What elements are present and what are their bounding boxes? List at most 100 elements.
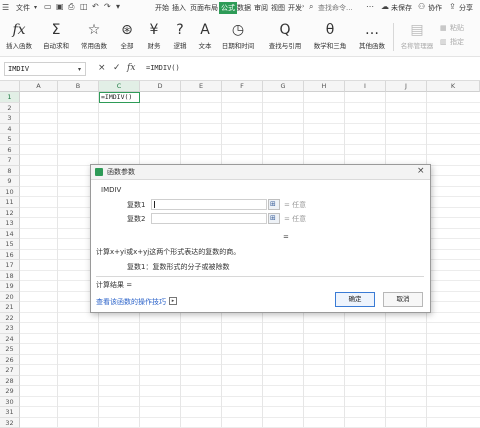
- column-header-G[interactable]: G: [263, 81, 304, 92]
- row-header-15[interactable]: 15: [0, 239, 20, 250]
- redo-icon[interactable]: ↷: [104, 3, 111, 11]
- select-all-corner[interactable]: [0, 81, 20, 92]
- column-header-J[interactable]: J: [386, 81, 427, 92]
- tab-review[interactable]: 审阅: [254, 4, 268, 13]
- row-header-20[interactable]: 20: [0, 292, 20, 303]
- row-header-16[interactable]: 16: [0, 250, 20, 261]
- print-icon[interactable]: ⎙: [68, 3, 74, 11]
- row-header-26[interactable]: 26: [0, 355, 20, 366]
- cancel-button[interactable]: 取消: [383, 292, 423, 307]
- help-video-icon[interactable]: ▸: [169, 297, 177, 305]
- row-header-8[interactable]: 8: [0, 166, 20, 177]
- row-header-10[interactable]: 10: [0, 187, 20, 198]
- confirm-formula-icon[interactable]: ✓: [113, 64, 121, 73]
- tab-more-icon[interactable]: ›: [302, 4, 304, 10]
- row-header-4[interactable]: 4: [0, 124, 20, 135]
- column-header-B[interactable]: B: [58, 81, 99, 92]
- common-functions-button[interactable]: ☆ 常用函数: [76, 17, 112, 57]
- tab-view[interactable]: 视图: [271, 4, 285, 13]
- row-header-13[interactable]: 13: [0, 218, 20, 229]
- row-header-12[interactable]: 12: [0, 208, 20, 219]
- other-functions-button[interactable]: … 其他函数: [354, 17, 390, 57]
- ok-button[interactable]: 确定: [335, 292, 375, 307]
- column-header-C[interactable]: C: [99, 81, 140, 92]
- more-options-icon[interactable]: ⋯: [366, 3, 374, 11]
- search-icon[interactable]: ⌕: [309, 3, 313, 11]
- row-header-31[interactable]: 31: [0, 407, 20, 418]
- column-header-E[interactable]: E: [181, 81, 222, 92]
- row-header-32[interactable]: 32: [0, 418, 20, 428]
- row-header-22[interactable]: 22: [0, 313, 20, 324]
- insert-function-button[interactable]: fx 插入函数: [2, 17, 36, 57]
- name-box[interactable]: IMDIV: [4, 62, 86, 76]
- row-header-21[interactable]: 21: [0, 302, 20, 313]
- row-header-27[interactable]: 27: [0, 365, 20, 376]
- row-header-17[interactable]: 17: [0, 260, 20, 271]
- file-menu[interactable]: 文件: [16, 4, 30, 13]
- row-header-19[interactable]: 19: [0, 281, 20, 292]
- close-icon[interactable]: ×: [417, 167, 425, 176]
- row-header-6[interactable]: 6: [0, 145, 20, 156]
- define-name-button[interactable]: 指定: [450, 38, 464, 47]
- name-manager-button[interactable]: ▤ 名称管理器: [396, 17, 438, 57]
- column-header-H[interactable]: H: [304, 81, 345, 92]
- tab-home[interactable]: 开始: [155, 4, 169, 13]
- row-header-28[interactable]: 28: [0, 376, 20, 387]
- all-functions-button[interactable]: ⊛ 全部: [114, 17, 140, 57]
- row-header-14[interactable]: 14: [0, 229, 20, 240]
- arg2-range-picker[interactable]: ⊞: [268, 213, 280, 224]
- cancel-formula-icon[interactable]: ×: [98, 64, 106, 73]
- row-header-3[interactable]: 3: [0, 113, 20, 124]
- undo-icon[interactable]: ↶: [92, 3, 99, 11]
- tab-developer[interactable]: 开发: [288, 4, 302, 13]
- row-header-7[interactable]: 7: [0, 155, 20, 166]
- date-time-button[interactable]: ◷ 日期和时间: [218, 17, 258, 57]
- row-header-25[interactable]: 25: [0, 344, 20, 355]
- column-header-D[interactable]: D: [140, 81, 181, 92]
- dialog-title-bar[interactable]: 函数参数 ×: [91, 165, 430, 180]
- text-button[interactable]: A 文本: [193, 17, 217, 57]
- tab-data[interactable]: 数据: [237, 4, 251, 13]
- save-status[interactable]: 未保存: [391, 4, 412, 13]
- row-header-23[interactable]: 23: [0, 323, 20, 334]
- autosum-button[interactable]: Σ 自动求和: [38, 17, 74, 57]
- chevron-down-icon[interactable]: ▾: [34, 5, 37, 11]
- row-header-11[interactable]: 11: [0, 197, 20, 208]
- active-cell-C1[interactable]: =IMDIV(): [99, 92, 140, 103]
- share-button[interactable]: 分享: [459, 4, 473, 13]
- logical-button[interactable]: ? 逻辑: [168, 17, 192, 57]
- arg1-input[interactable]: [151, 199, 267, 210]
- row-header-24[interactable]: 24: [0, 334, 20, 345]
- row-header-30[interactable]: 30: [0, 397, 20, 408]
- tab-formulas[interactable]: 公式: [219, 2, 237, 14]
- row-header-29[interactable]: 29: [0, 386, 20, 397]
- preview-icon[interactable]: ◫: [80, 3, 88, 11]
- financial-button[interactable]: ¥ 财务: [141, 17, 167, 57]
- more-icon[interactable]: ▾: [116, 3, 120, 11]
- row-header-5[interactable]: 5: [0, 134, 20, 145]
- lookup-reference-button[interactable]: Q 查找与引用: [263, 17, 307, 57]
- math-trig-button[interactable]: θ 数学和三角: [309, 17, 351, 57]
- paste-name-button[interactable]: 粘贴: [450, 24, 464, 33]
- arg1-range-picker[interactable]: ⊞: [268, 199, 280, 210]
- collab-button[interactable]: 协作: [428, 4, 442, 13]
- tab-page-layout[interactable]: 页面布局: [190, 4, 218, 13]
- column-header-A[interactable]: A: [20, 81, 58, 92]
- arg2-input[interactable]: [151, 213, 267, 224]
- tab-insert[interactable]: 插入: [172, 4, 186, 13]
- command-search[interactable]: 查找命令...: [318, 4, 353, 13]
- row-header-9[interactable]: 9: [0, 176, 20, 187]
- column-header-I[interactable]: I: [345, 81, 386, 92]
- hamburger-menu-icon[interactable]: ☰: [2, 4, 9, 12]
- column-header-F[interactable]: F: [222, 81, 263, 92]
- row-header-18[interactable]: 18: [0, 271, 20, 282]
- formula-input[interactable]: =IMDIV(): [146, 64, 180, 73]
- save-icon[interactable]: ▣: [56, 3, 64, 11]
- open-folder-icon[interactable]: ▭: [44, 3, 52, 11]
- name-box-dropdown-icon[interactable]: ▾: [78, 67, 81, 73]
- row-header-1[interactable]: 1: [0, 92, 20, 103]
- fx-insert-icon[interactable]: fx: [127, 64, 135, 73]
- help-link[interactable]: 查看该函数的操作技巧: [96, 298, 166, 307]
- column-header-K[interactable]: K: [427, 81, 480, 92]
- row-header-2[interactable]: 2: [0, 103, 20, 114]
